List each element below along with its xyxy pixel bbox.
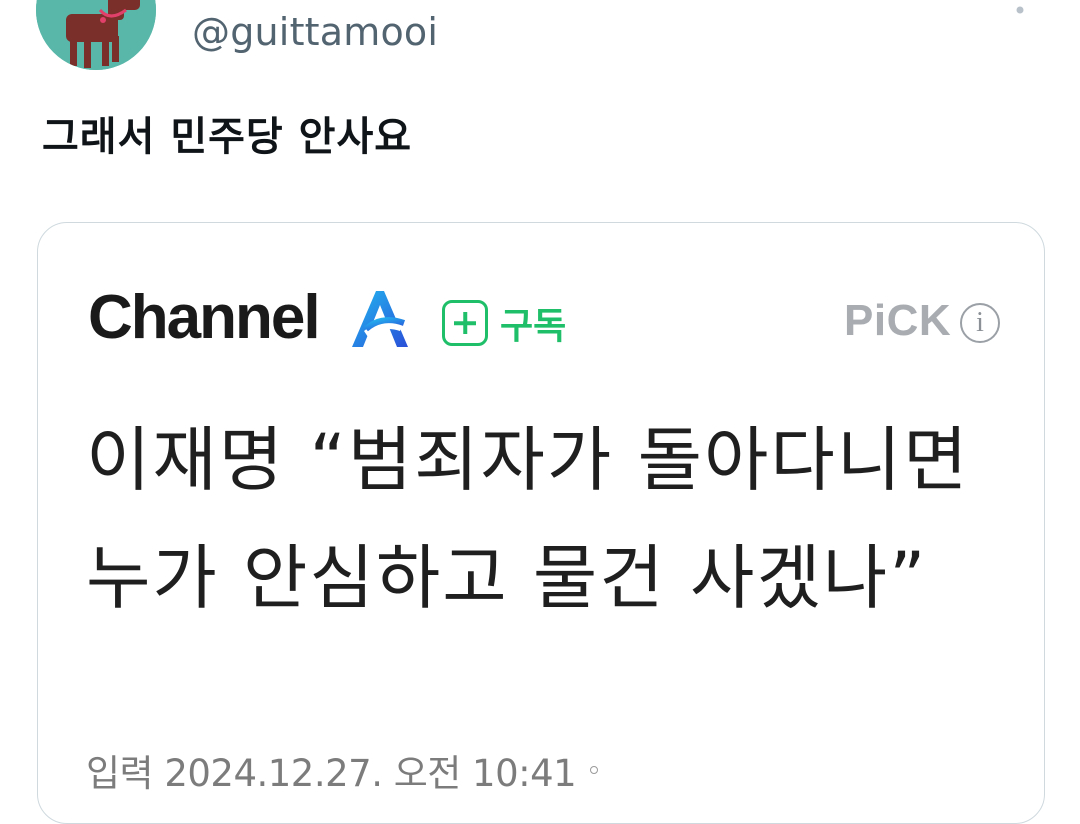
pick-badge: PiCK	[844, 296, 952, 345]
avatar[interactable]	[36, 0, 156, 70]
news-image-card[interactable]: Channel 구독 PiCK i 이재명 “범죄자가 돌아다니면 누가 안심하…	[37, 222, 1045, 824]
info-icon[interactable]: i	[960, 303, 1000, 343]
subscribe-label: 구독	[500, 306, 567, 347]
subscribe-button[interactable]: 구독	[442, 297, 566, 349]
user-handle[interactable]: @guittamooi	[192, 10, 438, 54]
channel-a-logo-icon	[350, 287, 410, 349]
more-options-icon[interactable]	[1008, 0, 1032, 22]
published-date-text: 입력 2024.12.27. 오전 10:41	[86, 752, 577, 795]
plus-icon	[442, 300, 488, 346]
news-headline: 이재명 “범죄자가 돌아다니면 누가 안심하고 물건 사겠나”	[86, 419, 970, 619]
tweet-text: 그래서 민주당 안사요	[42, 114, 413, 160]
channel-logo-text: Channel	[88, 283, 321, 352]
dot-icon	[590, 766, 599, 774]
published-date: 입력 2024.12.27. 오전 10:41	[86, 743, 599, 797]
